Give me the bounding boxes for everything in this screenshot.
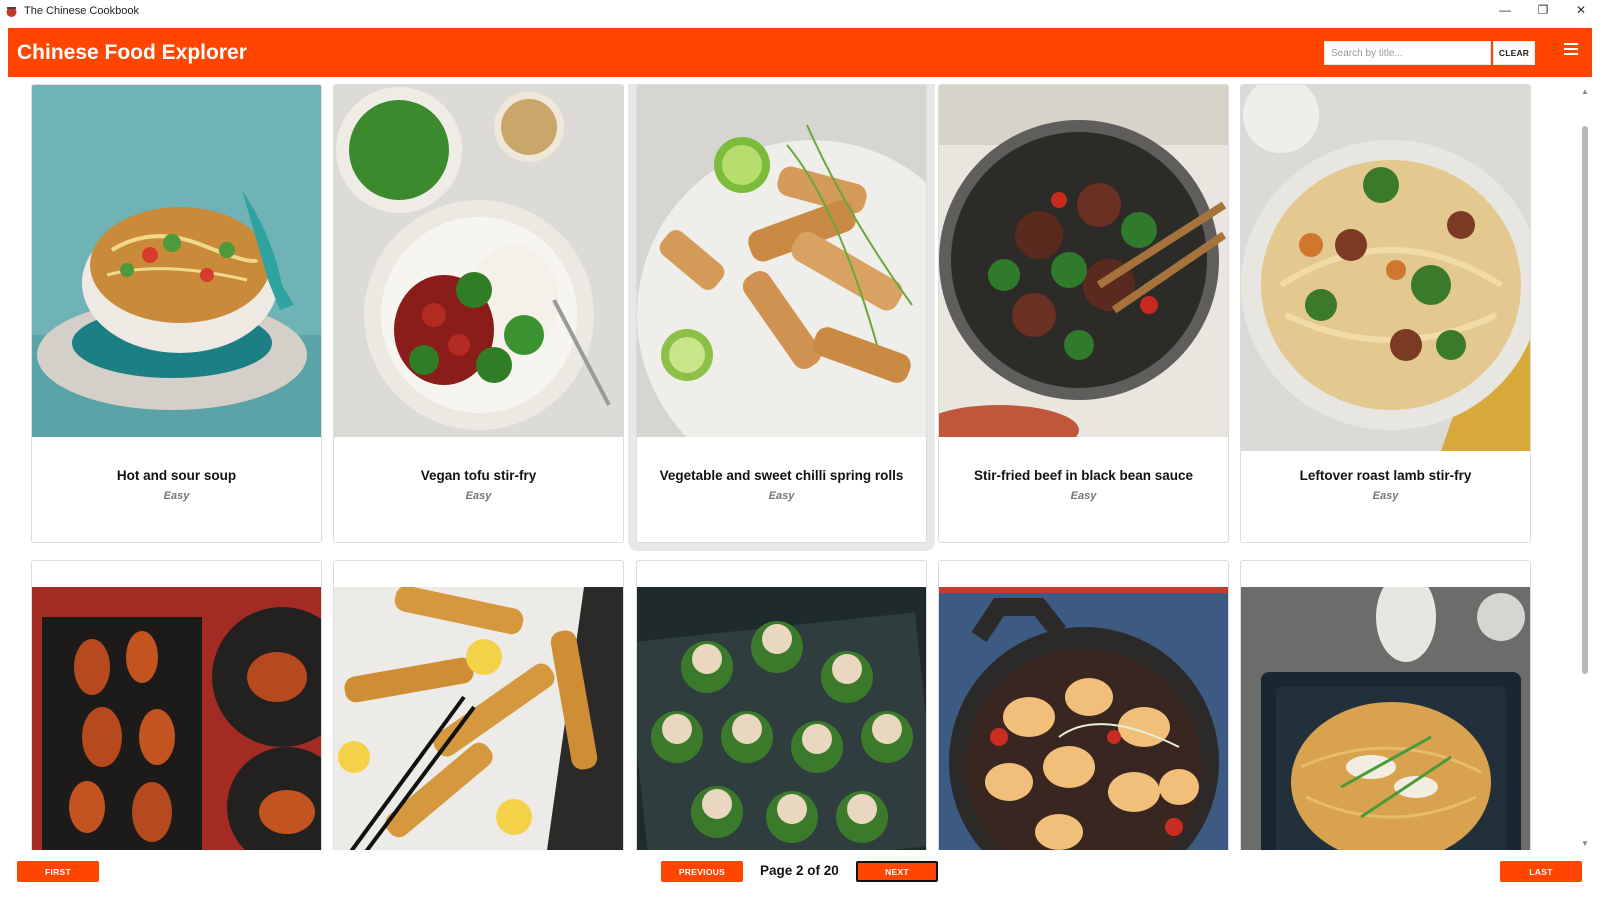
recipe-grid: Hot and sour soup Easy Vegan tofu stir-f… xyxy=(0,84,1570,850)
search-input[interactable] xyxy=(1324,41,1491,65)
recipe-card[interactable]: Stir-fried beef in black bean sauce Easy xyxy=(938,84,1229,543)
recipe-image-beef xyxy=(939,85,1228,437)
pagination-bar: FIRST PREVIOUS Page 2 of 20 NEXT LAST xyxy=(0,858,1600,898)
next-page-button[interactable]: NEXT xyxy=(856,861,938,882)
last-page-button[interactable]: LAST xyxy=(1500,861,1582,882)
recipe-image-soup xyxy=(32,85,321,437)
recipe-title: Hot and sour soup xyxy=(116,468,237,483)
recipe-card[interactable] xyxy=(31,560,322,850)
recipe-title: Vegan tofu stir-fry xyxy=(420,468,537,483)
recipe-image-bitter-melon xyxy=(637,587,926,850)
recipe-image-spring-rolls xyxy=(637,85,926,437)
vertical-scrollbar[interactable]: ▲ ▼ xyxy=(1578,84,1592,850)
recipe-card[interactable] xyxy=(636,560,927,850)
scroll-up-icon[interactable]: ▲ xyxy=(1580,86,1590,96)
first-page-button[interactable]: FIRST xyxy=(17,861,99,882)
app-icon xyxy=(4,4,18,18)
scroll-down-icon[interactable]: ▼ xyxy=(1580,838,1590,848)
app-brand-title: Chinese Food Explorer xyxy=(17,40,247,64)
close-icon[interactable]: ✕ xyxy=(1562,0,1600,20)
page-indicator: Page 2 of 20 xyxy=(760,863,839,878)
recipe-card[interactable]: Hot and sour soup Easy xyxy=(31,84,322,543)
recipe-image-wings xyxy=(32,587,321,850)
recipe-difficulty: Easy xyxy=(1372,490,1399,502)
hamburger-menu-icon[interactable] xyxy=(1562,40,1580,58)
previous-page-button[interactable]: PREVIOUS xyxy=(661,861,743,882)
clear-button[interactable]: CLEAR xyxy=(1493,41,1535,65)
recipe-difficulty: Easy xyxy=(163,490,190,502)
scroll-thumb[interactable] xyxy=(1582,126,1588,674)
recipe-title: Leftover roast lamb stir-fry xyxy=(1299,468,1472,483)
minimize-icon[interactable]: — xyxy=(1486,0,1524,20)
recipe-card[interactable] xyxy=(938,560,1229,850)
recipe-image-lamb xyxy=(1241,85,1530,451)
recipe-image-tofu xyxy=(334,85,623,437)
window-titlebar: The Chinese Cookbook — ❐ ✕ xyxy=(0,0,1600,22)
recipe-difficulty: Easy xyxy=(768,490,795,502)
recipe-difficulty: Easy xyxy=(465,490,492,502)
recipe-title: Vegetable and sweet chilli spring rolls xyxy=(659,468,904,483)
recipe-title: Stir-fried beef in black bean sauce xyxy=(973,468,1194,483)
restore-icon[interactable]: ❐ xyxy=(1524,0,1562,20)
window-title: The Chinese Cookbook xyxy=(24,5,139,17)
recipe-image-rolls xyxy=(334,587,623,850)
recipe-card[interactable] xyxy=(1240,560,1531,850)
recipe-card[interactable]: Vegan tofu stir-fry Easy xyxy=(333,84,624,543)
recipe-card[interactable] xyxy=(333,560,624,850)
recipe-card-selected[interactable]: Vegetable and sweet chilli spring rolls … xyxy=(636,84,927,543)
recipe-card[interactable]: Leftover roast lamb stir-fry Easy xyxy=(1240,84,1531,543)
recipe-image-noodles xyxy=(1241,587,1530,850)
recipe-image-dumplings xyxy=(939,587,1228,850)
recipe-difficulty: Easy xyxy=(1070,490,1097,502)
app-header: Chinese Food Explorer CLEAR xyxy=(8,28,1592,77)
